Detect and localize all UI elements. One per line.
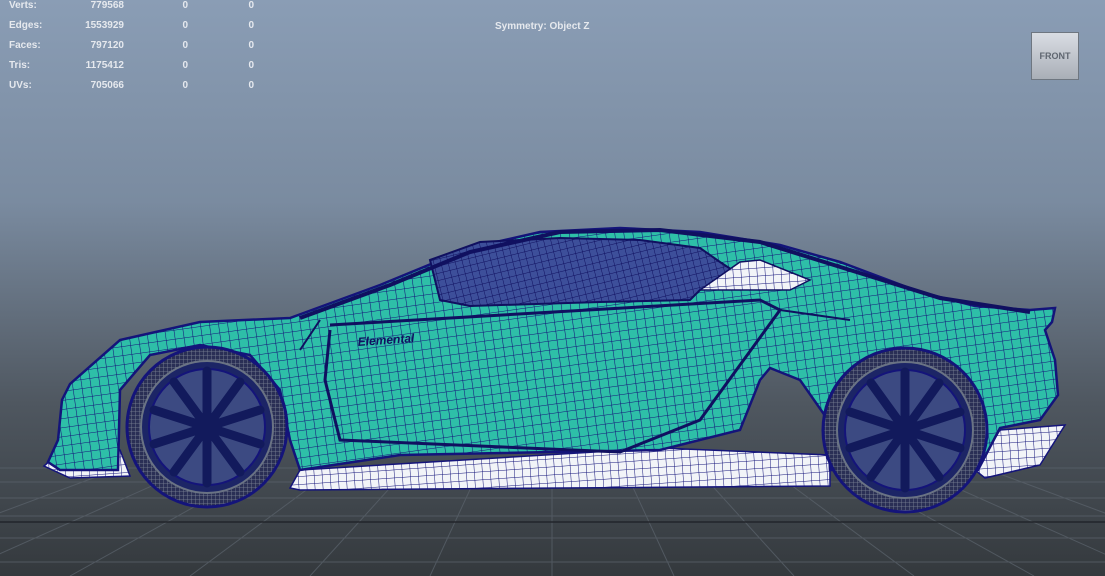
view-cube-label: FRONT [1039,51,1071,61]
hud-row-tris: Tris: 1175412 0 0 [0,60,260,80]
hud-total: 779568 [90,0,124,11]
hud-selected: 0 [182,60,188,71]
hud-selected: 0 [182,40,188,51]
hud-row-faces: Faces: 797120 0 0 [0,40,260,60]
hud-row-verts: Verts: 779568 0 0 [0,0,260,20]
hud-selected: 0 [182,20,188,31]
hud-label: Verts: [9,0,37,11]
hud-label: Tris: [9,60,31,71]
hud-row-uvs: UVs: 705066 0 0 [0,80,260,100]
front-wheel [125,345,289,509]
3d-viewport[interactable]: Elemental Verts: 779568 0 0 Edges: 15539… [0,0,1105,576]
hud-total: 705066 [90,80,124,91]
hud-label: UVs: [9,80,32,91]
hud-label: Edges: [9,20,43,31]
hud-selected: 0 [182,0,188,11]
hud-tri: 0 [248,20,254,31]
hud-total: 1553929 [85,20,124,31]
hud-label: Faces: [9,40,41,51]
hud-tri: 0 [248,0,254,11]
symmetry-indicator: Symmetry: Object Z [495,21,590,32]
hud-total: 797120 [90,40,124,51]
hud-tri: 0 [248,40,254,51]
hud-total: 1175412 [85,60,124,71]
view-cube-front[interactable]: FRONT [1031,32,1079,80]
hud-row-edges: Edges: 1553929 0 0 [0,20,260,40]
hud-tri: 0 [248,80,254,91]
car-window [428,236,743,308]
hud-selected: 0 [182,80,188,91]
hud-tri: 0 [248,60,254,71]
rear-wheel [821,346,989,514]
